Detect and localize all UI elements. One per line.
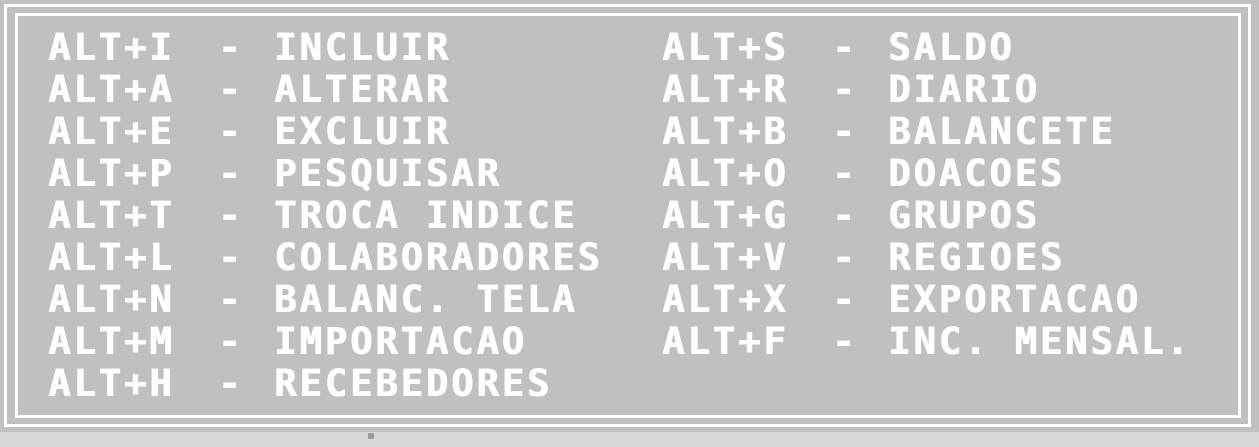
shortcut-separator: - [832,109,858,153]
shortcut-regioes[interactable]: ALT+V - REGIOES [662,235,1191,279]
shortcut-key: ALT+R [662,67,789,111]
shortcut-separator: - [832,319,858,363]
shortcut-key: ALT+G [662,193,789,237]
shortcut-key: ALT+T [48,193,175,237]
shortcut-excluir[interactable]: ALT+E - EXCLUIR [48,109,603,153]
shortcut-key: ALT+B [662,109,789,153]
shortcut-separator: - [218,319,244,363]
shortcut-separator: - [218,67,244,111]
shortcut-key: ALT+O [662,151,789,195]
shortcut-label: TROCA INDICE [274,193,578,237]
shortcut-incluir[interactable]: ALT+I - INCLUIR [48,25,603,69]
shortcut-balancete[interactable]: ALT+B - BALANCETE [662,109,1191,153]
shortcut-saldo[interactable]: ALT+S - SALDO [662,25,1191,69]
shortcut-diario[interactable]: ALT+R - DIARIO [662,67,1191,111]
shortcut-column-left: ALT+I - INCLUIR ALT+A - ALTERAR ALT+E - EXCLUI… [48,25,603,405]
shortcut-separator: - [218,277,244,321]
shortcut-key: ALT+N [48,277,175,321]
shortcut-balanc-tela[interactable]: ALT+N - BALANC. TELA [48,277,603,321]
shortcut-label: BALANCETE [888,109,1116,153]
shortcut-label: DIARIO [888,67,1040,111]
shortcut-label: SALDO [888,25,1015,69]
shortcut-help-panel: ALT+I - INCLUIR ALT+A - ALTERAR ALT+E - EXCLUI… [0,0,1259,432]
shortcut-recebedores[interactable]: ALT+H - RECEBEDORES [48,361,603,405]
shortcut-separator: - [218,151,244,195]
shortcut-label: EXPORTACAO [888,277,1141,321]
shortcut-key: ALT+X [662,277,789,321]
shortcut-key: ALT+S [662,25,789,69]
shortcut-label: GRUPOS [888,193,1040,237]
shortcut-label: INCLUIR [274,25,451,69]
shortcut-key: ALT+L [48,235,175,279]
shortcut-separator: - [832,67,858,111]
shortcut-separator: - [832,277,858,321]
shortcut-exportacao[interactable]: ALT+X - EXPORTACAO [662,277,1191,321]
shortcut-separator: - [832,151,858,195]
shortcut-key: ALT+V [662,235,789,279]
shortcut-grupos[interactable]: ALT+G - GRUPOS [662,193,1191,237]
shortcut-alterar[interactable]: ALT+A - ALTERAR [48,67,603,111]
shortcut-troca-indice[interactable]: ALT+T - TROCA INDICE [48,193,603,237]
shortcut-separator: - [218,361,244,405]
shortcut-key: ALT+E [48,109,175,153]
shortcut-separator: - [218,109,244,153]
shortcut-key: ALT+I [48,25,175,69]
shortcut-pesquisar[interactable]: ALT+P - PESQUISAR [48,151,603,195]
shortcut-label: IMPORTACAO [274,319,527,363]
shortcut-importacao[interactable]: ALT+M - IMPORTACAO [48,319,603,363]
shortcut-separator: - [832,235,858,279]
shortcut-key: ALT+F [662,319,789,363]
shortcut-label: EXCLUIR [274,109,451,153]
shortcut-key: ALT+P [48,151,175,195]
shortcut-label: RECEBEDORES [274,361,553,405]
shortcut-key: ALT+H [48,361,175,405]
shortcut-separator: - [832,193,858,237]
shortcut-inc-mensal[interactable]: ALT+F - INC. MENSAL. [662,319,1192,363]
shortcut-column-right: ALT+S - SALDO ALT+R - DIARIO ALT+B - BALANCETE… [662,25,1192,363]
shortcut-doacoes[interactable]: ALT+O - DOACOES [662,151,1191,195]
shortcut-label: PESQUISAR [274,151,502,195]
shortcut-separator: - [218,193,244,237]
status-bar [0,432,1259,447]
shortcut-label: REGIOES [888,235,1065,279]
shortcut-label: DOACOES [888,151,1065,195]
shortcut-label: BALANC. TELA [274,277,578,321]
shortcut-separator: - [832,25,858,69]
shortcut-key: ALT+M [48,319,175,363]
shortcut-label: ALTERAR [274,67,451,111]
shortcut-label: INC. MENSAL. [888,319,1192,363]
shortcut-separator: - [218,25,244,69]
status-bar-glyph-icon [368,433,374,439]
shortcut-key: ALT+A [48,67,175,111]
shortcut-separator: - [218,235,244,279]
shortcut-label: COLABORADORES [274,235,603,279]
shortcut-colaboradores[interactable]: ALT+L - COLABORADORES [48,235,603,279]
